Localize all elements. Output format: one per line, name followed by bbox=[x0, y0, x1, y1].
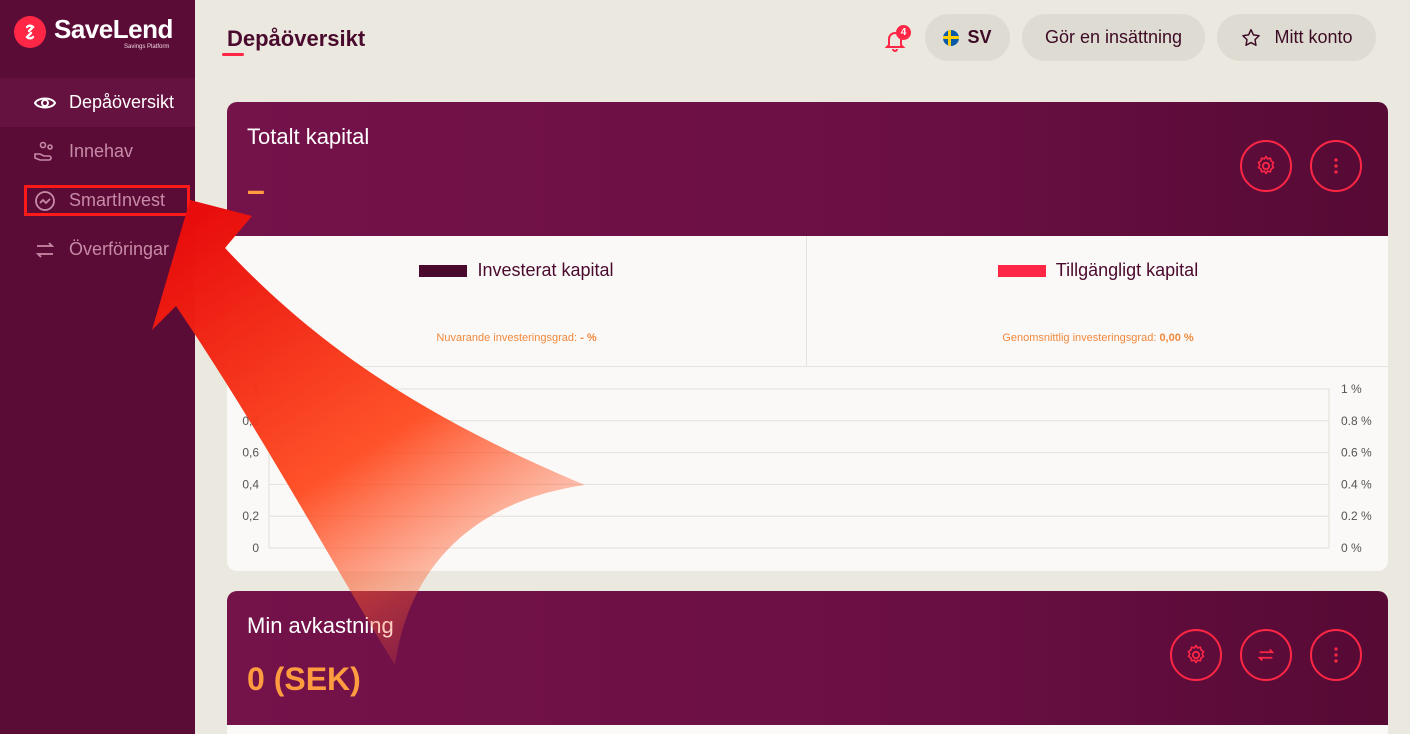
capital-chart: 0 0 % 0,2 0.2 % 0,4 0.4 % 0,6 0.6 % 0,8 0.8 % 1 1 % bbox=[242, 382, 1372, 555]
savelend-logo-icon bbox=[14, 16, 46, 48]
more-options-button[interactable] bbox=[1310, 140, 1362, 192]
sidebar-item-overforingar[interactable]: Överföringar bbox=[0, 225, 195, 274]
card-header: Totalt kapital – bbox=[227, 102, 1388, 236]
card-value: 0 (SEK) bbox=[247, 661, 361, 697]
hand-coins-icon bbox=[33, 140, 57, 164]
y-left-tick-label: 0,4 bbox=[242, 477, 259, 491]
deposit-label: Gör en insättning bbox=[1044, 27, 1183, 47]
current-investment-rate-label: Nuvarande investeringsgrad: bbox=[436, 332, 578, 344]
brand-tagline: Savings Platform bbox=[124, 44, 170, 50]
deposit-button[interactable]: Gör en insättning bbox=[1022, 14, 1205, 61]
y-left-tick-label: 1 bbox=[252, 382, 259, 396]
legend-row: Investerat kapital Nuvarande investering… bbox=[227, 236, 1388, 367]
sidebar-item-label: Depåöversikt bbox=[69, 92, 175, 112]
swedish-flag-icon bbox=[943, 29, 960, 46]
swap-arrows-icon bbox=[1257, 648, 1275, 662]
y-right-tick-label: 0 % bbox=[1341, 541, 1362, 555]
legend-label-available: Tillgängligt kapital bbox=[1055, 260, 1199, 280]
legend-available: Tillgängligt kapital Genomsnittlig inves… bbox=[808, 236, 1388, 367]
card-title: Totalt kapital bbox=[247, 124, 370, 149]
more-vertical-icon bbox=[1334, 647, 1338, 663]
card-title: Min avkastning bbox=[247, 613, 394, 638]
gear-icon bbox=[1257, 155, 1275, 175]
legend-swatch-available bbox=[997, 264, 1046, 277]
y-left-tick-label: 0,6 bbox=[242, 446, 259, 460]
y-left-tick-label: 0,8 bbox=[242, 414, 259, 428]
y-right-tick-label: 1 % bbox=[1341, 382, 1362, 396]
transfer-arrows-icon bbox=[33, 238, 57, 262]
account-button[interactable]: Mitt konto bbox=[1217, 14, 1376, 61]
sidebar-item-label: Överföringar bbox=[69, 239, 170, 259]
sidebar: SaveLend Savings Platform Depåöversikt I… bbox=[0, 0, 195, 734]
title-underline bbox=[222, 53, 244, 56]
language-button[interactable]: SV bbox=[925, 14, 1010, 61]
sidebar-nav: Depåöversikt Innehav SmartInvest Överför… bbox=[0, 78, 195, 274]
legend-swatch-invested bbox=[419, 264, 468, 277]
language-label: SV bbox=[967, 27, 992, 47]
y-right-tick-label: 0.6 % bbox=[1341, 446, 1372, 460]
more-options-button[interactable] bbox=[1310, 629, 1362, 681]
y-left-tick-label: 0 bbox=[252, 541, 259, 555]
gear-icon bbox=[1187, 644, 1205, 664]
account-label: Mitt konto bbox=[1274, 27, 1353, 47]
legend-label-invested: Investerat kapital bbox=[477, 260, 614, 280]
y-right-tick-label: 0.2 % bbox=[1341, 509, 1372, 523]
brand-name: SaveLend bbox=[54, 14, 173, 44]
star-icon bbox=[1242, 28, 1261, 46]
highlight-box bbox=[24, 185, 190, 216]
card-header: Min avkastning 0 (SEK) bbox=[227, 591, 1388, 725]
y-left-tick-label: 0,2 bbox=[242, 509, 259, 523]
average-investment-rate-label: Genomsnittlig investeringsgrad: bbox=[1002, 332, 1157, 344]
settings-button[interactable] bbox=[1170, 629, 1222, 681]
page-title: Depåöversikt bbox=[227, 26, 366, 51]
settings-button[interactable] bbox=[1240, 140, 1292, 192]
legend-invested: Investerat kapital Nuvarande investering… bbox=[227, 236, 807, 367]
sidebar-item-label: Innehav bbox=[69, 141, 134, 161]
y-right-tick-label: 0.8 % bbox=[1341, 414, 1372, 428]
swap-button[interactable] bbox=[1240, 629, 1292, 681]
average-investment-rate-value: 0,00 % bbox=[1159, 332, 1194, 344]
sidebar-item-innehav[interactable]: Innehav bbox=[0, 127, 195, 176]
card-value: – bbox=[247, 172, 265, 208]
current-investment-rate-value: - % bbox=[580, 332, 597, 344]
y-right-tick-label: 0.4 % bbox=[1341, 477, 1372, 491]
eye-icon bbox=[33, 91, 57, 115]
total-capital-card: Totalt kapital – Investerat kapital Nuva… bbox=[227, 102, 1388, 571]
my-return-card: Min avkastning 0 (SEK) bbox=[227, 591, 1388, 734]
more-vertical-icon bbox=[1334, 158, 1338, 174]
sidebar-item-depaoversikt[interactable]: Depåöversikt bbox=[0, 78, 195, 127]
notification-badge: 4 bbox=[896, 25, 911, 40]
